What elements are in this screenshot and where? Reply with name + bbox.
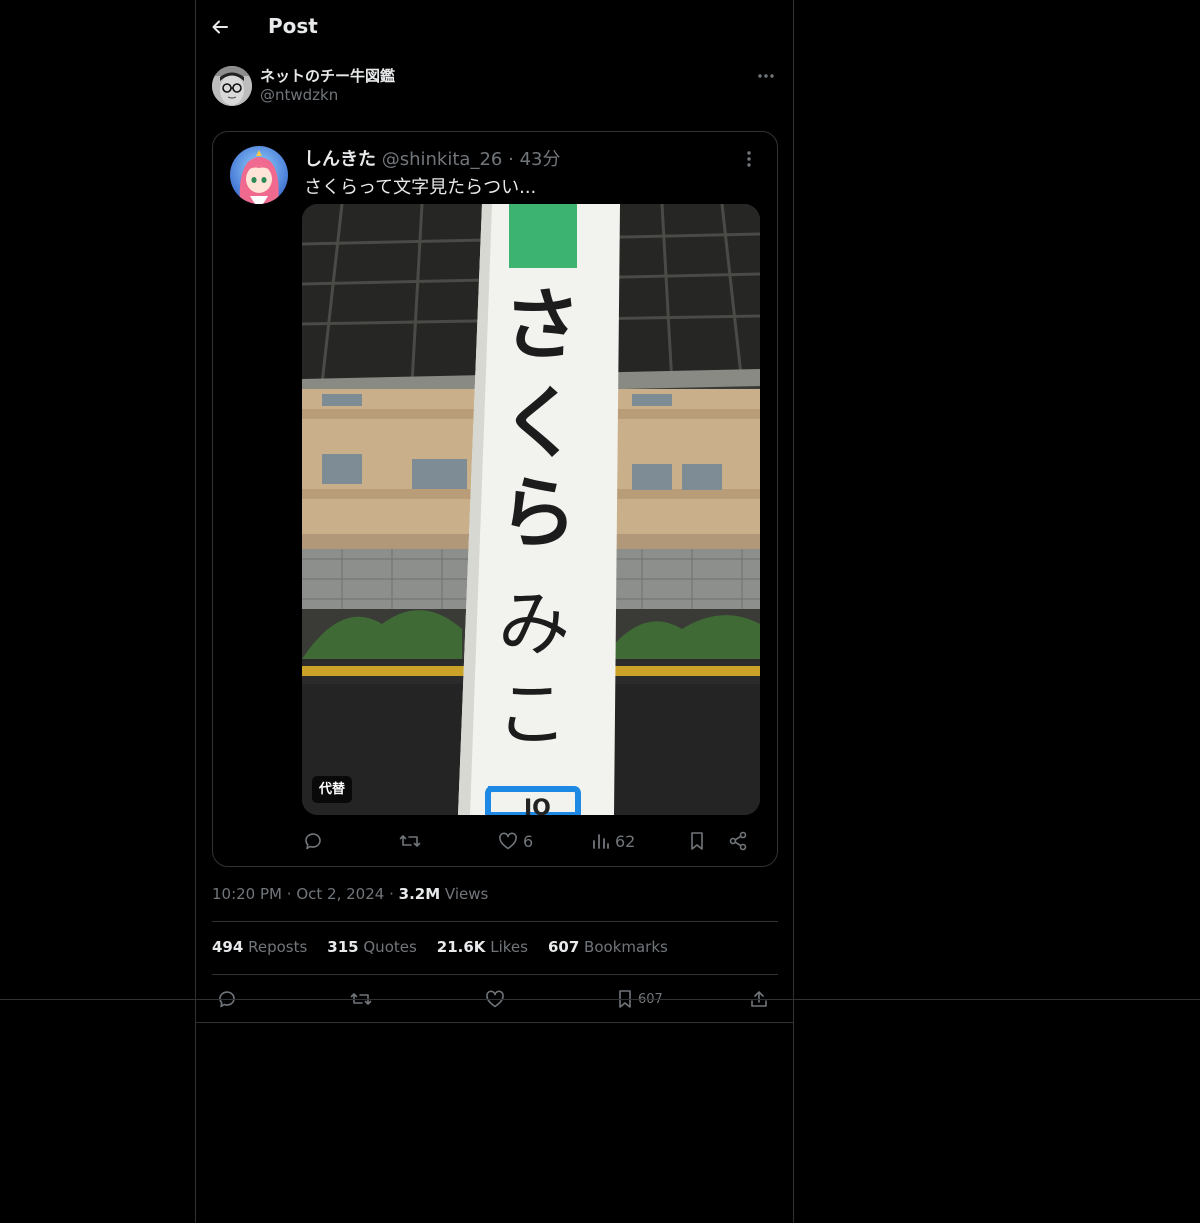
svg-text:JO: JO xyxy=(522,796,551,815)
sign-char: く xyxy=(500,379,579,469)
divider xyxy=(0,999,1200,1000)
post-timestamp: 10:20 PM · Oct 2, 2024 · 3.2M Views xyxy=(212,885,488,903)
quoted-time[interactable]: 43分 xyxy=(520,149,561,170)
bookmarks-stat[interactable]: 607 Bookmarks xyxy=(548,938,668,956)
views-label: Views xyxy=(444,885,489,903)
reply-icon[interactable] xyxy=(302,828,324,854)
sign-char: こ xyxy=(495,672,568,756)
reposts-stat[interactable]: 494 Reposts xyxy=(212,938,307,956)
stat-value: 607 xyxy=(547,938,580,956)
author-avatar[interactable] xyxy=(212,66,252,106)
stat-value: 315 xyxy=(327,938,359,956)
alt-text-badge[interactable]: 代替 xyxy=(312,776,353,803)
sign-char: さ xyxy=(502,281,581,371)
author-name[interactable]: ネットのチー牛図鑑 xyxy=(260,65,395,86)
author-handle[interactable]: @ntwdzkn xyxy=(260,86,338,104)
post-author: ネットのチー牛図鑑 @ntwdzkn xyxy=(212,64,778,108)
post-stats: 494 Reposts 315 Quotes 21.6K Likes 607 B… xyxy=(212,938,668,956)
stat-label: Likes xyxy=(490,938,528,956)
back-arrow-icon[interactable] xyxy=(210,12,236,42)
stat-label: Bookmarks xyxy=(584,938,668,956)
quoted-name[interactable]: しんきた xyxy=(304,149,376,170)
share-icon[interactable] xyxy=(727,828,749,854)
stamp-separator: · xyxy=(286,885,292,903)
bookmark-icon[interactable] xyxy=(687,828,707,854)
quoted-meta: しんきた @shinkita_26 · 43分 xyxy=(304,145,560,171)
heart-icon xyxy=(499,832,517,850)
likes-stat[interactable]: 21.6K Likes xyxy=(437,938,528,956)
views-icon xyxy=(593,834,609,849)
quoted-time-separator: · xyxy=(508,149,514,170)
quoted-avatar[interactable] xyxy=(230,146,288,204)
retweet-icon[interactable] xyxy=(398,828,422,854)
views-button[interactable]: 62 xyxy=(591,828,635,854)
stat-value: 21.6K xyxy=(436,938,486,956)
quoted-text: さくらって文字見たらつい... xyxy=(304,177,537,198)
quoted-actions: 6 62 xyxy=(302,828,760,854)
main-column: Post ネットのチー牛図鑑 @ntwdzkn しんきた @shinkita_2… xyxy=(195,0,794,1223)
divider xyxy=(212,921,778,922)
stat-label: Quotes xyxy=(363,938,417,956)
header: Post xyxy=(196,0,793,54)
quoted-photo[interactable]: JO さ く ら み こ 代替 xyxy=(302,204,760,815)
quotes-stat[interactable]: 315 Quotes xyxy=(327,938,417,956)
more-horizontal-icon[interactable] xyxy=(754,68,778,84)
sign-char: み xyxy=(497,582,570,666)
quoted-view-count: 62 xyxy=(615,831,636,851)
stamp-separator: · xyxy=(389,885,394,903)
post-time[interactable]: 10:20 PM xyxy=(212,885,282,903)
views-count: 3.2M xyxy=(398,885,441,903)
quoted-like-count: 6 xyxy=(523,831,534,851)
post-date[interactable]: Oct 2, 2024 xyxy=(296,885,384,903)
quoted-handle[interactable]: @shinkita_26 xyxy=(382,149,503,170)
stat-label: Reposts xyxy=(248,938,308,956)
divider xyxy=(212,974,778,975)
like-button[interactable]: 6 xyxy=(497,828,533,854)
divider xyxy=(196,1022,793,1023)
quoted-post-card[interactable]: しんきた @shinkita_26 · 43分 さくらって文字見たらつい... xyxy=(212,131,778,867)
page-title: Post xyxy=(268,14,318,38)
more-vertical-icon[interactable] xyxy=(741,149,757,169)
stat-value: 494 xyxy=(212,938,244,956)
sign-char: ら xyxy=(498,469,577,559)
